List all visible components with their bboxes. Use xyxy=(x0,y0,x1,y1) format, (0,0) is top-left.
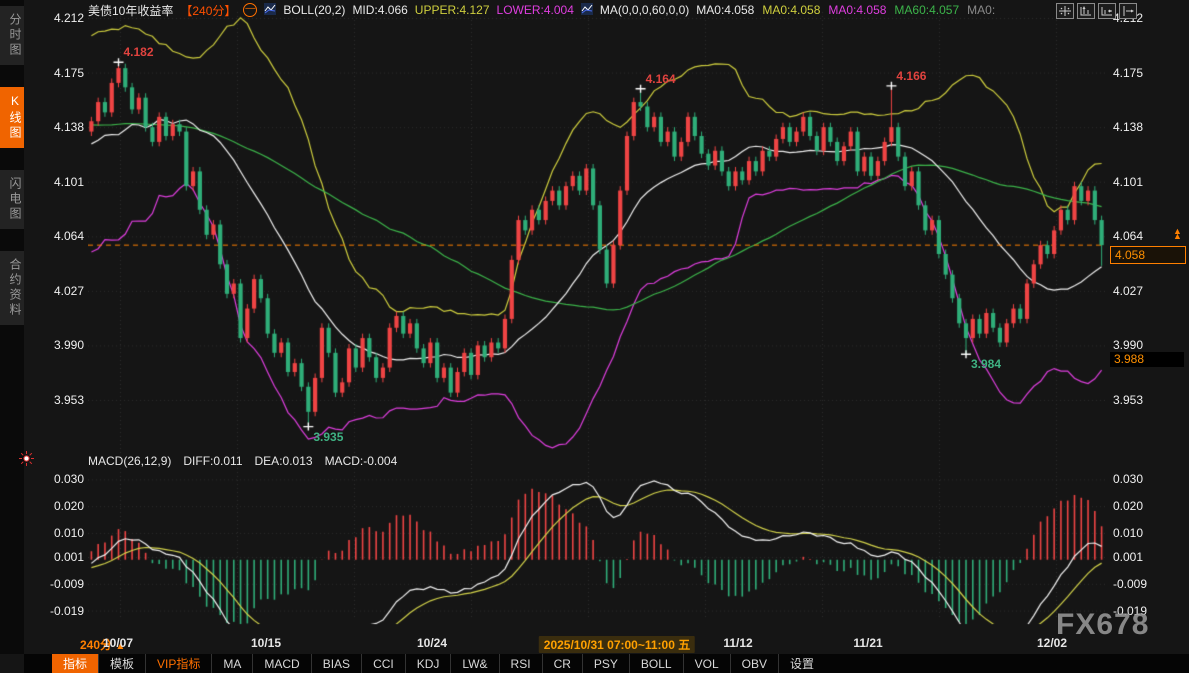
y-axis-label: 0.001 xyxy=(38,550,84,564)
toolbar-item-rsi[interactable]: RSI xyxy=(499,654,542,673)
y-axis-label: 4.101 xyxy=(1113,175,1143,189)
x-axis-row: 240分 ▲ 10/0710/1510/242025/10/31 07:00~1… xyxy=(0,636,1189,653)
prev-close-label: 3.988 xyxy=(1110,352,1184,367)
symbol-title: 美债10年收益率 xyxy=(88,2,173,19)
y-axis-label: -0.009 xyxy=(38,577,84,591)
y-axis-label: 0.020 xyxy=(1113,499,1143,513)
y-axis-label: 0.010 xyxy=(38,526,84,540)
x-axis-label: 12/02 xyxy=(1037,636,1067,650)
y-axis-label: 4.027 xyxy=(1113,284,1143,298)
y-axis-label: 3.953 xyxy=(1113,393,1143,407)
y-axis-label: 4.138 xyxy=(38,120,84,134)
ma-value-2: MA0:4.058 xyxy=(828,3,886,17)
y-axis-label: 3.990 xyxy=(38,338,84,352)
toolbar-item-cci[interactable]: CCI xyxy=(361,654,405,673)
x-axis-label: 10/24 xyxy=(417,636,447,650)
boll-upper: UPPER:4.127 xyxy=(415,3,490,17)
toolbar-item-settings[interactable]: 设置 xyxy=(778,654,825,673)
sidebar-item-kline-chart[interactable]: K线图 xyxy=(0,87,24,148)
x-axis-label: 10/15 xyxy=(251,636,281,650)
toolbar-item-macd[interactable]: MACD xyxy=(252,654,310,673)
y-axis-label: 4.064 xyxy=(38,229,84,243)
toolbar-item-boll[interactable]: BOLL xyxy=(629,654,683,673)
y-axis-label: 4.138 xyxy=(1113,120,1143,134)
y-axis-label: 4.101 xyxy=(38,175,84,189)
ma-values: MA0:4.058 MA0:4.058 MA0:4.058 MA60:4.057 MA0… xyxy=(696,3,995,17)
ma-value-1: MA0:4.058 xyxy=(762,3,820,17)
ma-chart-icon xyxy=(581,3,593,18)
macd-header: MACD(26,12,9) DIFF:0.011 DEA:0.013 MACD:… xyxy=(88,454,397,468)
y-axis-label: 3.953 xyxy=(38,393,84,407)
alert-dot-icon[interactable] xyxy=(19,451,34,471)
toolbar-item-kdj[interactable]: KDJ xyxy=(405,654,451,673)
toolbar-item-psy[interactable]: PSY xyxy=(582,654,629,673)
y-axis-label: 4.027 xyxy=(38,284,84,298)
toolbar-item-indicator[interactable]: 指标 xyxy=(52,654,98,673)
toolbar-item-template[interactable]: 模板 xyxy=(98,654,145,673)
sidebar-item-time-chart[interactable]: 分时图 xyxy=(0,6,24,65)
left-sidebar: 分时图 K线图闪电图合约资料 xyxy=(0,0,24,654)
y-axis-label: 4.064 xyxy=(1113,229,1143,243)
toolbar-item-bias[interactable]: BIAS xyxy=(311,654,361,673)
y-axis-label: -0.019 xyxy=(38,604,84,618)
move-crosshair-icon[interactable] xyxy=(1056,3,1074,19)
ma-name: MA(0,0,0,60,0,0) xyxy=(600,3,689,17)
y-axis-label: 0.010 xyxy=(1113,526,1143,540)
price-up-chevrons-icon: ▲▲ xyxy=(1173,229,1182,239)
ma-value-0: MA0:4.058 xyxy=(696,3,754,17)
boll-lower: LOWER:4.004 xyxy=(497,3,574,17)
boll-chart-icon xyxy=(264,3,276,18)
toolbar-item-cr[interactable]: CR xyxy=(542,654,582,673)
x-axis-label: 11/21 xyxy=(853,636,882,650)
ma-value-3: MA60:4.057 xyxy=(894,3,959,17)
chart-header: 美债10年收益率 【240分】 — BOLL(20,2) MID:4.066 U… xyxy=(88,2,995,18)
macd-value: MACD:-0.004 xyxy=(325,454,398,468)
sidebar-item-contract-info[interactable]: 合约资料 xyxy=(0,251,24,325)
last-price-box: 4.058 xyxy=(1110,246,1186,264)
zoom-in-bars-icon[interactable] xyxy=(1077,3,1095,19)
y-axis-label: 0.030 xyxy=(38,472,84,486)
y-axis-label: 3.990 xyxy=(1113,338,1143,352)
y-axis-label: 4.175 xyxy=(38,66,84,80)
macd-dea: DEA:0.013 xyxy=(255,454,313,468)
y-axis-label: 4.212 xyxy=(38,11,84,25)
ma-value-4: MA0: xyxy=(967,3,995,17)
x-axis-label: 10/07 xyxy=(103,636,133,650)
y-axis-label: 0.001 xyxy=(1113,550,1143,564)
chart-app: 分时图 K线图闪电图合约资料 美债10年收益率 【240分】 — BOLL(20,… xyxy=(0,0,1189,673)
y-axis-label: 0.030 xyxy=(1113,472,1143,486)
y-axis-label: -0.009 xyxy=(1113,577,1147,591)
chart-tool-icons xyxy=(1056,3,1137,19)
boll-mid: MID:4.066 xyxy=(352,3,407,17)
boll-name: BOLL(20,2) xyxy=(283,3,345,17)
indicator-toolbar: 指标模板VIP指标MAMACDBIASCCIKDJLW&RSICRPSYBOLL… xyxy=(24,654,1189,673)
toolbar-item-vip-indicator[interactable]: VIP指标 xyxy=(145,654,211,673)
shift-right-icon[interactable] xyxy=(1119,3,1137,19)
toolbar-item-vol[interactable]: VOL xyxy=(683,654,730,673)
collapse-indicator-icon[interactable]: — xyxy=(243,3,257,17)
candlestick-chart[interactable] xyxy=(88,8,1105,626)
toolbar-item-obv[interactable]: OBV xyxy=(730,654,778,673)
sidebar-item-lightning-chart[interactable]: 闪电图 xyxy=(0,170,24,229)
toolbar-item-ma[interactable]: MA xyxy=(211,654,252,673)
y-axis-label: 0.020 xyxy=(38,499,84,513)
zoom-out-bars-icon[interactable] xyxy=(1098,3,1116,19)
period-label: 【240分】 xyxy=(180,2,236,19)
y-axis-label: 4.175 xyxy=(1113,66,1143,80)
x-axis-highlight: 2025/10/31 07:00~11:00 五 xyxy=(539,636,695,653)
macd-name: MACD(26,12,9) xyxy=(88,454,171,468)
x-axis-label: 11/12 xyxy=(723,636,752,650)
macd-diff: DIFF:0.011 xyxy=(183,454,242,468)
toolbar-item-lwr[interactable]: LW& xyxy=(450,654,498,673)
